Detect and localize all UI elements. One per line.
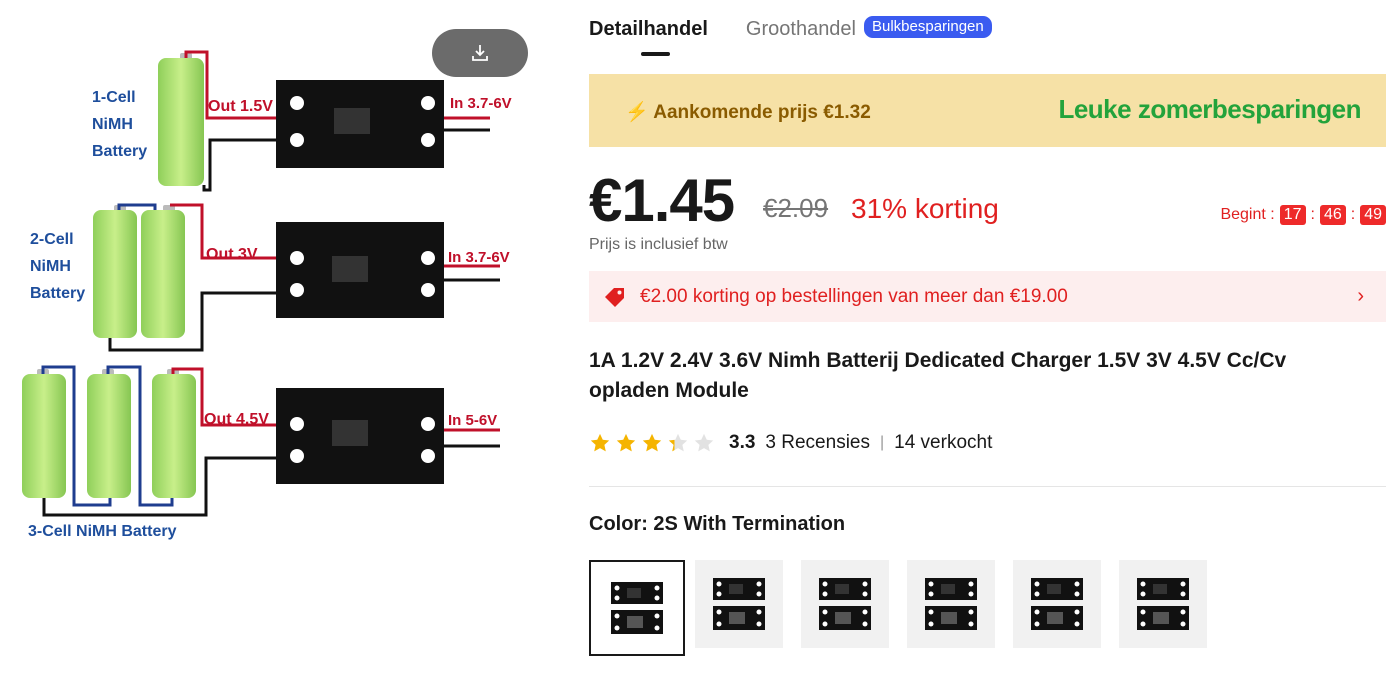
diagram-battery-label: NiMH bbox=[30, 258, 71, 275]
reviews-link[interactable]: 3 Recensies bbox=[765, 432, 870, 454]
countdown-label: Begint : bbox=[1220, 206, 1275, 223]
star-empty-icon bbox=[694, 433, 714, 452]
coupon-banner[interactable]: €2.00 korting op bestellingen van meer d… bbox=[589, 271, 1386, 322]
color-option[interactable] bbox=[801, 560, 889, 648]
discount-percent: 31% korting bbox=[851, 193, 999, 224]
product-title: 1A 1.2V 2.4V 3.6V Nimh Batterij Dedicate… bbox=[589, 349, 1287, 402]
coupon-text: €2.00 korting op bestellingen van meer d… bbox=[640, 286, 1068, 307]
diagram-out-label: Out 4.5V bbox=[204, 411, 269, 428]
countdown-minutes: 46 bbox=[1319, 205, 1346, 225]
tax-note: Prijs is inclusief btw bbox=[589, 236, 728, 253]
diagram-group-3: 3-Cell NiMH Battery Out 4.5V In 5-6V bbox=[22, 365, 500, 540]
color-label: Color: 2S With Termination bbox=[589, 513, 846, 535]
divider bbox=[589, 486, 1386, 487]
diagram-battery-label: 2-Cell bbox=[30, 231, 74, 248]
diagram-battery-label: Battery bbox=[30, 285, 85, 302]
diagram-in-label: In 5-6V bbox=[448, 412, 497, 429]
separator: | bbox=[879, 434, 885, 451]
tab-retail[interactable]: Detailhandel bbox=[589, 18, 708, 56]
bulk-savings-badge: Bulkbesparingen bbox=[864, 15, 992, 38]
download-icon bbox=[472, 45, 488, 61]
color-option[interactable] bbox=[1013, 560, 1101, 648]
promo-banner: ⚡ Aankomende prijs €1.32 Leuke zomerbesp… bbox=[589, 74, 1386, 147]
countdown-seconds: 49 bbox=[1360, 205, 1386, 225]
lightning-icon: ⚡ bbox=[625, 102, 649, 123]
diagram-battery-label: NiMH bbox=[92, 116, 133, 133]
price-tabs: Detailhandel Groothandel Bulkbesparingen bbox=[589, 15, 992, 56]
star-icon bbox=[616, 433, 636, 452]
diagram-in-label: In 3.7-6V bbox=[448, 249, 510, 266]
diagram-out-label: Out 3V bbox=[206, 246, 258, 263]
diagram-battery-label: 3-Cell NiMH Battery bbox=[28, 523, 177, 540]
upcoming-price-text: Aankomende prijs €1.32 bbox=[653, 102, 871, 123]
tag-icon bbox=[605, 288, 624, 307]
countdown-timer: Begint : 17: 46: 49 bbox=[1220, 205, 1386, 225]
download-image-button[interactable] bbox=[432, 29, 528, 77]
star-rating bbox=[589, 432, 715, 454]
diagram-battery-label: Battery bbox=[92, 143, 147, 160]
diagram-out-label: Out 1.5V bbox=[208, 98, 273, 115]
upcoming-price: ⚡ Aankomende prijs €1.32 bbox=[625, 100, 871, 124]
diagram-battery-label: 1-Cell bbox=[92, 89, 136, 106]
tab-wholesale[interactable]: Groothandel bbox=[746, 18, 856, 41]
rating-row: 3.3 3 Recensies | 14 verkocht bbox=[589, 432, 992, 454]
diagram-in-label: In 3.7-6V bbox=[450, 95, 512, 112]
original-price: €2.09 bbox=[763, 193, 829, 223]
color-option[interactable] bbox=[589, 560, 685, 656]
current-price: €1.45 bbox=[589, 167, 735, 234]
sold-count: 14 verkocht bbox=[894, 432, 993, 453]
charger-wiring-diagram: 1-Cell NiMH Battery Out 1.5V In 3.7-6V 2… bbox=[22, 50, 512, 540]
star-icon bbox=[590, 433, 610, 452]
color-option[interactable] bbox=[907, 560, 995, 648]
diagram-group-2: 2-Cell NiMH Battery Out 3V In 3.7-6V bbox=[30, 203, 510, 352]
color-options bbox=[589, 560, 1207, 656]
star-partial-icon bbox=[668, 433, 688, 452]
countdown-hours: 17 bbox=[1279, 205, 1306, 225]
color-option[interactable] bbox=[695, 560, 783, 648]
star-icon bbox=[642, 433, 662, 452]
color-option[interactable] bbox=[1119, 560, 1207, 648]
rating-value: 3.3 bbox=[729, 432, 756, 453]
chevron-right-icon: › bbox=[1357, 285, 1364, 307]
product-image-panel: 1-Cell NiMH Battery Out 1.5V In 3.7-6V 2… bbox=[0, 0, 560, 681]
promo-title: Leuke zomerbesparingen bbox=[1058, 94, 1361, 124]
